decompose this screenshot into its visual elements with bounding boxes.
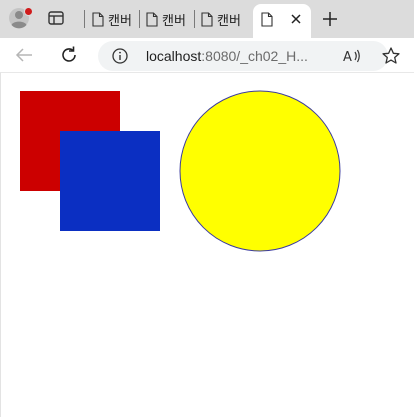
page-viewport: [0, 72, 414, 417]
info-icon[interactable]: [112, 48, 128, 64]
tab-1[interactable]: 캔버: [86, 4, 132, 34]
tab-label: 캔버: [108, 12, 132, 28]
tab-3[interactable]: 캔버: [195, 4, 241, 34]
page-icon: [92, 11, 104, 27]
page-icon: [201, 11, 213, 27]
new-tab-icon[interactable]: [320, 9, 340, 29]
read-aloud-icon[interactable]: A: [342, 47, 362, 65]
tab-active[interactable]: [253, 4, 311, 38]
svg-text:A: A: [343, 50, 352, 65]
reload-icon[interactable]: [58, 44, 80, 66]
favorite-star-icon[interactable]: [381, 46, 401, 66]
tab-separator: [84, 10, 85, 28]
url-path: :8080/_ch02_H...: [201, 48, 308, 64]
tab-strip: 캔버 캔버 캔버: [0, 0, 414, 38]
tab-2[interactable]: 캔버: [140, 4, 186, 34]
page-icon: [146, 11, 158, 27]
close-icon[interactable]: [289, 12, 303, 26]
yellow-circle: [179, 90, 341, 252]
tab-label: 캔버: [217, 12, 241, 28]
blue-square: [60, 131, 160, 231]
page-icon: [261, 12, 273, 27]
url-text[interactable]: localhost:8080/_ch02_H...: [146, 48, 308, 64]
tab-label: 캔버: [162, 12, 186, 28]
tab-actions-icon[interactable]: [46, 8, 66, 28]
address-bar[interactable]: localhost:8080/_ch02_H... A: [98, 41, 400, 71]
url-host: localhost: [146, 48, 202, 64]
drawing-canvas: [20, 90, 341, 252]
back-arrow-icon[interactable]: [13, 46, 35, 64]
profile-notification-dot: [24, 7, 33, 16]
browser-toolbar: localhost:8080/_ch02_H... A: [0, 38, 414, 72]
